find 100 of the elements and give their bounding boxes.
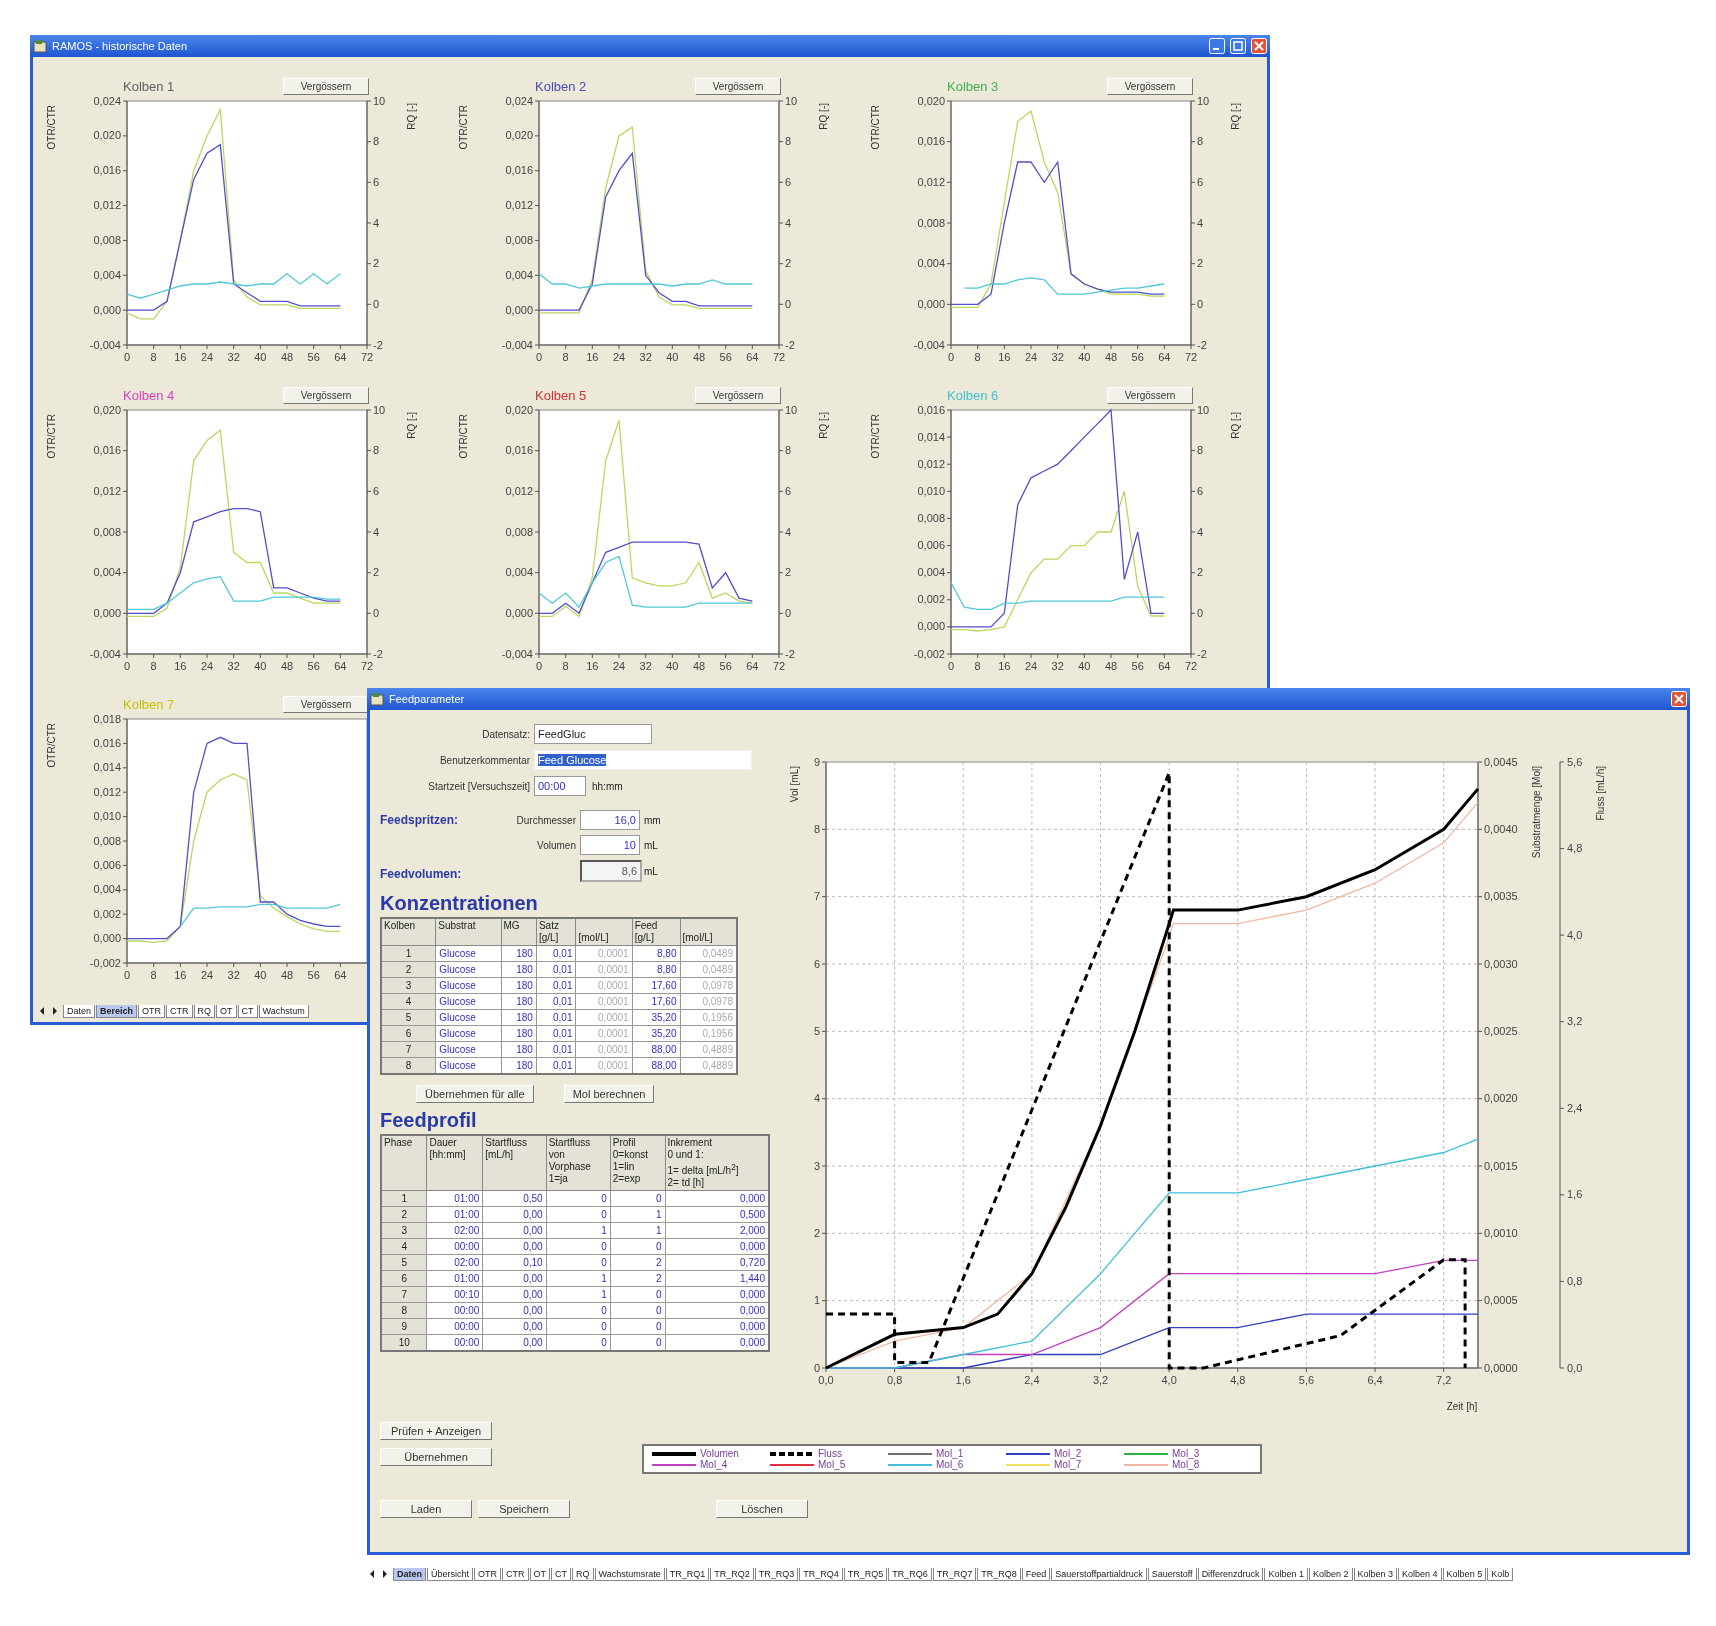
- tick-label: 2,4: [1567, 1101, 1583, 1114]
- tick-label: 1,6: [1567, 1188, 1583, 1201]
- close-button[interactable]: [1251, 38, 1267, 54]
- field-label: Startzeit [Versuchszeit]: [427, 780, 530, 792]
- tick-label: 32: [227, 351, 240, 363]
- tick-label: 8: [150, 660, 157, 672]
- tick-label: 0: [813, 1361, 820, 1374]
- tick-label: 0,0030: [1484, 957, 1518, 970]
- legend-label: Mol_1: [936, 1448, 964, 1459]
- sheet-tab[interactable]: Wachstum: [258, 1004, 309, 1018]
- sheet-tab[interactable]: Kolben 4: [1398, 1567, 1442, 1581]
- sheet-tab[interactable]: Kolben 2: [1309, 1567, 1353, 1581]
- sheet-tab[interactable]: OTR: [138, 1004, 166, 1018]
- tick-label: 72: [360, 351, 374, 363]
- tick-label: 16: [998, 351, 1011, 363]
- tick-label: 6: [1197, 175, 1204, 188]
- close-button[interactable]: [1671, 691, 1687, 707]
- enlarge-button[interactable]: Vergössern: [283, 695, 369, 713]
- tick-label: 0,020: [93, 406, 121, 416]
- tick-label: 0,0015: [1484, 1159, 1518, 1172]
- sheet-tab[interactable]: Sauerstoffpartialdruck: [1051, 1567, 1147, 1581]
- sheet-tab[interactable]: Wachstumsrate: [594, 1567, 665, 1581]
- tick-label: 0,016: [917, 135, 945, 148]
- text-field[interactable]: 10: [580, 835, 640, 855]
- tick-label: 2: [373, 566, 380, 579]
- action-button[interactable]: Speichern: [478, 1500, 570, 1518]
- sheet-tab[interactable]: Daten: [63, 1004, 96, 1018]
- sheet-tab[interactable]: OTR: [474, 1567, 502, 1581]
- text-field[interactable]: 16,0: [580, 810, 640, 830]
- tick-label: 0,012: [917, 457, 945, 470]
- text-field[interactable]: Feed Glucose: [534, 750, 752, 770]
- tick-label: 8: [373, 444, 380, 457]
- enlarge-button[interactable]: Vergössern: [1107, 386, 1193, 404]
- window-title: Feedparameter: [389, 693, 465, 705]
- sheet-tab[interactable]: OT: [529, 1567, 551, 1581]
- sheet-tab[interactable]: Kolben 5: [1442, 1567, 1487, 1581]
- minimize-button[interactable]: [1209, 38, 1225, 54]
- sheet-tab[interactable]: Feed: [1021, 1567, 1051, 1581]
- tick-label: 3,2: [1092, 1374, 1109, 1386]
- axis-label: OTR/CTR: [46, 105, 57, 150]
- sheet-tab[interactable]: Sauerstoff: [1147, 1567, 1197, 1581]
- tick-label: -0,004: [89, 338, 121, 351]
- sheet-tab[interactable]: TR_RQ2: [710, 1567, 754, 1581]
- right-arrow-icon[interactable]: [50, 1005, 60, 1017]
- text-field: 8,6: [580, 860, 642, 882]
- maximize-button[interactable]: [1230, 38, 1246, 54]
- sheet-tab[interactable]: OT: [216, 1004, 237, 1018]
- sheet-tab[interactable]: RQ: [572, 1567, 594, 1581]
- sheet-tab[interactable]: Kolben 1: [1264, 1567, 1308, 1581]
- tick-label: 48: [280, 351, 294, 363]
- sheet-tab[interactable]: CT: [551, 1567, 572, 1581]
- sheet-tab[interactable]: Kolb: [1487, 1567, 1514, 1581]
- tick-label: 0,002: [917, 593, 945, 606]
- sheet-tab[interactable]: CTR: [502, 1567, 529, 1581]
- tick-label: 0,004: [93, 268, 121, 281]
- tick-label: 6: [785, 175, 792, 188]
- tick-label: 56: [1131, 660, 1144, 672]
- action-button[interactable]: Laden: [380, 1500, 472, 1518]
- text-field[interactable]: FeedGluc: [534, 724, 652, 744]
- tick-label: 24: [200, 660, 214, 672]
- tick-label: 48: [1104, 351, 1118, 363]
- enlarge-button[interactable]: Vergössern: [695, 386, 781, 404]
- action-button[interactable]: Übernehmen: [380, 1448, 492, 1466]
- sheet-tab[interactable]: RQ: [193, 1004, 216, 1018]
- tick-label: 4,8: [1230, 1374, 1246, 1386]
- action-button[interactable]: Prüfen + Anzeigen: [380, 1422, 492, 1440]
- sheet-tab[interactable]: TR_RQ7: [932, 1567, 977, 1581]
- sheet-tab[interactable]: TR_RQ5: [843, 1567, 888, 1581]
- field-label: Benutzerkommentar: [438, 754, 530, 766]
- sheet-tab[interactable]: Daten: [393, 1567, 426, 1581]
- chart-title: Kolben 6: [947, 387, 1000, 403]
- text-field[interactable]: 00:00: [534, 776, 586, 796]
- sheet-tab[interactable]: TR_RQ1: [665, 1567, 710, 1581]
- sheet-tab[interactable]: Differenzdruck: [1197, 1567, 1264, 1581]
- sheet-tab[interactable]: Bereich: [96, 1004, 138, 1018]
- sheet-tab[interactable]: Kolben 3: [1353, 1567, 1398, 1581]
- tick-label: 32: [639, 660, 652, 672]
- right-arrow-icon[interactable]: [380, 1568, 390, 1580]
- tick-label: -0,004: [501, 338, 533, 351]
- tick-label: -0,002: [913, 647, 945, 660]
- tick-label: -2: [373, 647, 383, 660]
- enlarge-button[interactable]: Vergössern: [283, 77, 369, 95]
- action-button[interactable]: Übernehmen für alle: [416, 1085, 534, 1103]
- sheet-tab[interactable]: CTR: [166, 1004, 193, 1018]
- enlarge-button[interactable]: Vergössern: [283, 386, 369, 404]
- action-button[interactable]: Löschen: [716, 1500, 808, 1518]
- tick-label: 0,004: [93, 566, 121, 579]
- tick-label: 2: [785, 257, 792, 270]
- enlarge-button[interactable]: Vergössern: [1107, 77, 1193, 95]
- sheet-tab[interactable]: TR_RQ3: [754, 1567, 799, 1581]
- sheet-tab[interactable]: CT: [237, 1004, 258, 1018]
- sheet-tab[interactable]: Übersicht: [427, 1567, 474, 1581]
- sheet-tab[interactable]: TR_RQ6: [888, 1567, 932, 1581]
- sheet-tab[interactable]: TR_RQ4: [799, 1567, 843, 1581]
- sheet-tab[interactable]: TR_RQ8: [977, 1567, 1021, 1581]
- tick-label: 8: [373, 135, 380, 148]
- action-button[interactable]: Mol berechnen: [563, 1085, 655, 1103]
- enlarge-button[interactable]: Vergössern: [695, 77, 781, 95]
- tick-label: 4,0: [1161, 1374, 1177, 1386]
- unit-label: mL: [644, 839, 659, 851]
